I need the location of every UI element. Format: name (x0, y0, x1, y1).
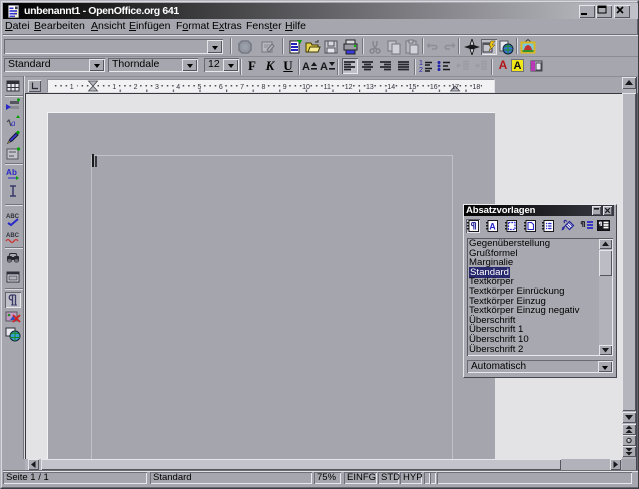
svg-text:13: 13 (366, 84, 374, 91)
svg-text:1: 1 (112, 84, 116, 91)
svg-text:16: 16 (430, 84, 438, 91)
svg-text:17: 17 (451, 84, 459, 91)
svg-text:A: A (489, 222, 496, 232)
svg-text:15: 15 (409, 84, 417, 91)
svg-text:3: 3 (155, 84, 159, 91)
svg-text:5: 5 (198, 84, 202, 91)
svg-text:1: 1 (419, 60, 423, 67)
svg-text:A: A (320, 61, 328, 73)
svg-text:1: 1 (70, 84, 74, 91)
svg-text:14: 14 (387, 84, 395, 91)
svg-text:2: 2 (134, 84, 138, 91)
svg-text:A: A (302, 61, 310, 73)
svg-text:11: 11 (324, 84, 331, 91)
svg-text:6: 6 (219, 84, 223, 91)
svg-text:18: 18 (473, 84, 481, 91)
svg-text:12: 12 (345, 84, 353, 91)
svg-text:b: b (12, 168, 17, 177)
svg-text:8: 8 (261, 84, 265, 91)
svg-text:7: 7 (240, 84, 244, 91)
svg-text:4: 4 (176, 84, 180, 91)
svg-text:10: 10 (302, 84, 310, 91)
svg-text:9: 9 (283, 84, 287, 91)
svg-text:2: 2 (419, 67, 423, 74)
svg-text:ABC: ABC (6, 233, 20, 239)
svg-text:a: a (11, 118, 16, 128)
